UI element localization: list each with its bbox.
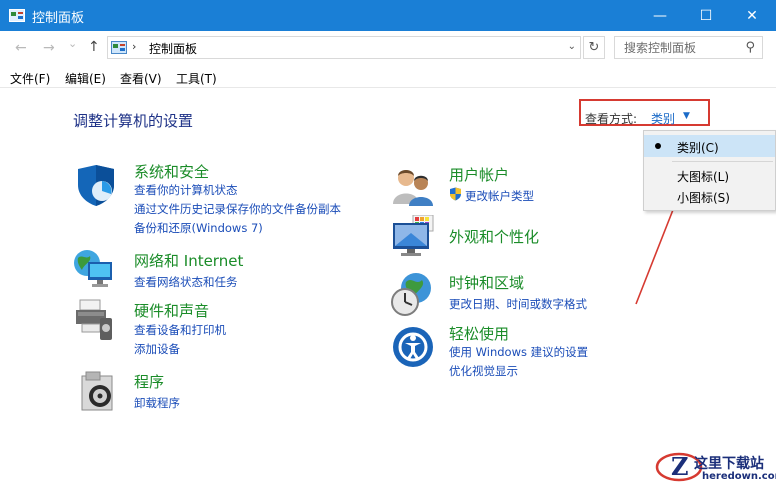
uac-shield-icon [450, 187, 461, 201]
maximize-button[interactable]: ☐ [683, 0, 729, 31]
link-backup-restore[interactable]: 备份和还原(Windows 7) [134, 220, 263, 236]
menu-option-large-icons[interactable]: 大图标(L) [644, 164, 775, 186]
category-network[interactable]: 网络和 Internet [134, 250, 243, 271]
breadcrumb-separator[interactable]: › [132, 40, 136, 53]
forward-button[interactable]: → [43, 40, 55, 56]
view-by-menu: 类别(C) 大图标(L) 小图标(S) [643, 130, 776, 211]
watermark-name: 这里下载站 [694, 456, 764, 472]
category-system-security[interactable]: 系统和安全 [134, 161, 209, 182]
search-icon[interactable]: ⚲ [745, 40, 755, 55]
link-change-account-type[interactable]: 更改帐户类型 [465, 188, 534, 204]
menu-file[interactable]: 文件(F) [10, 70, 50, 87]
search-input[interactable] [615, 37, 739, 58]
page-title: 调整计算机的设置 [73, 112, 194, 130]
category-programs[interactable]: 程序 [134, 371, 164, 392]
address-bar[interactable]: › 控制面板 ⌄ [107, 36, 581, 59]
recent-locations-button[interactable]: ⌄ [68, 37, 77, 50]
window-title: 控制面板 [32, 11, 85, 26]
link-devices-printers[interactable]: 查看设备和打印机 [134, 322, 226, 338]
category-ease-of-access[interactable]: 轻松使用 [449, 323, 509, 344]
address-dropdown-button[interactable]: ⌄ [568, 41, 576, 52]
svg-text:Z: Z [671, 452, 689, 481]
breadcrumb-control-panel[interactable]: 控制面板 [149, 40, 197, 57]
printer-icon[interactable] [74, 298, 118, 342]
link-recommended-settings[interactable]: 使用 Windows 建议的设置 [449, 344, 588, 360]
menu-divider [672, 161, 773, 162]
refresh-button[interactable]: ↻ [583, 36, 605, 59]
menu-view[interactable]: 查看(V) [120, 70, 162, 87]
link-network-status[interactable]: 查看网络状态和任务 [134, 274, 238, 290]
link-uninstall-program[interactable]: 卸载程序 [134, 395, 180, 411]
link-optimize-visual-display[interactable]: 优化视觉显示 [449, 363, 518, 379]
minimize-button[interactable]: — [637, 0, 683, 31]
control-panel-icon [111, 41, 127, 54]
category-hardware-sound[interactable]: 硬件和声音 [134, 300, 209, 321]
category-user-accounts[interactable]: 用户帐户 [449, 164, 509, 185]
menu-option-small-icons[interactable]: 小图标(S) [644, 185, 775, 207]
menu-option-label: 大图标(L) [677, 170, 730, 184]
link-add-device[interactable]: 添加设备 [134, 341, 180, 357]
refresh-icon: ↻ [588, 40, 600, 55]
view-by-dropdown[interactable]: 类别 [651, 110, 675, 127]
menu-edit[interactable]: 编辑(E) [65, 70, 106, 87]
link-file-history[interactable]: 通过文件历史记录保存你的文件备份副本 [134, 201, 341, 217]
watermark-url: heredown.com [702, 471, 776, 482]
category-appearance[interactable]: 外观和个性化 [449, 226, 539, 247]
category-clock-region[interactable]: 时钟和区域 [449, 272, 524, 293]
search-box[interactable]: ⚲ [614, 36, 763, 59]
ease-of-access-icon[interactable] [391, 325, 435, 369]
title-bar: 控制面板 — ☐ ✕ [0, 0, 776, 31]
close-button[interactable]: ✕ [729, 0, 775, 31]
clock-globe-icon[interactable] [390, 272, 434, 316]
view-by-caret-icon[interactable]: ▼ [683, 111, 690, 121]
programs-icon[interactable] [78, 370, 122, 414]
shield-icon[interactable] [74, 163, 118, 207]
selected-bullet-icon [655, 143, 661, 149]
control-panel-icon [9, 9, 25, 22]
back-button[interactable]: ← [15, 40, 27, 56]
network-globe-icon[interactable] [72, 248, 116, 292]
menu-bar: 文件(F) 编辑(E) 查看(V) 工具(T) [0, 66, 776, 88]
appearance-monitor-icon[interactable] [391, 215, 435, 259]
menu-option-label: 类别(C) [677, 141, 719, 155]
user-accounts-icon[interactable] [391, 164, 435, 208]
link-change-date-time-format[interactable]: 更改日期、时间或数字格式 [449, 296, 587, 312]
menu-option-label: 小图标(S) [677, 191, 730, 205]
link-view-computer-status[interactable]: 查看你的计算机状态 [134, 182, 238, 198]
up-button[interactable]: ↑ [88, 39, 100, 55]
view-by-label: 查看方式: [585, 112, 638, 126]
menu-tools[interactable]: 工具(T) [176, 70, 217, 87]
menu-option-category[interactable]: 类别(C) [644, 135, 775, 157]
